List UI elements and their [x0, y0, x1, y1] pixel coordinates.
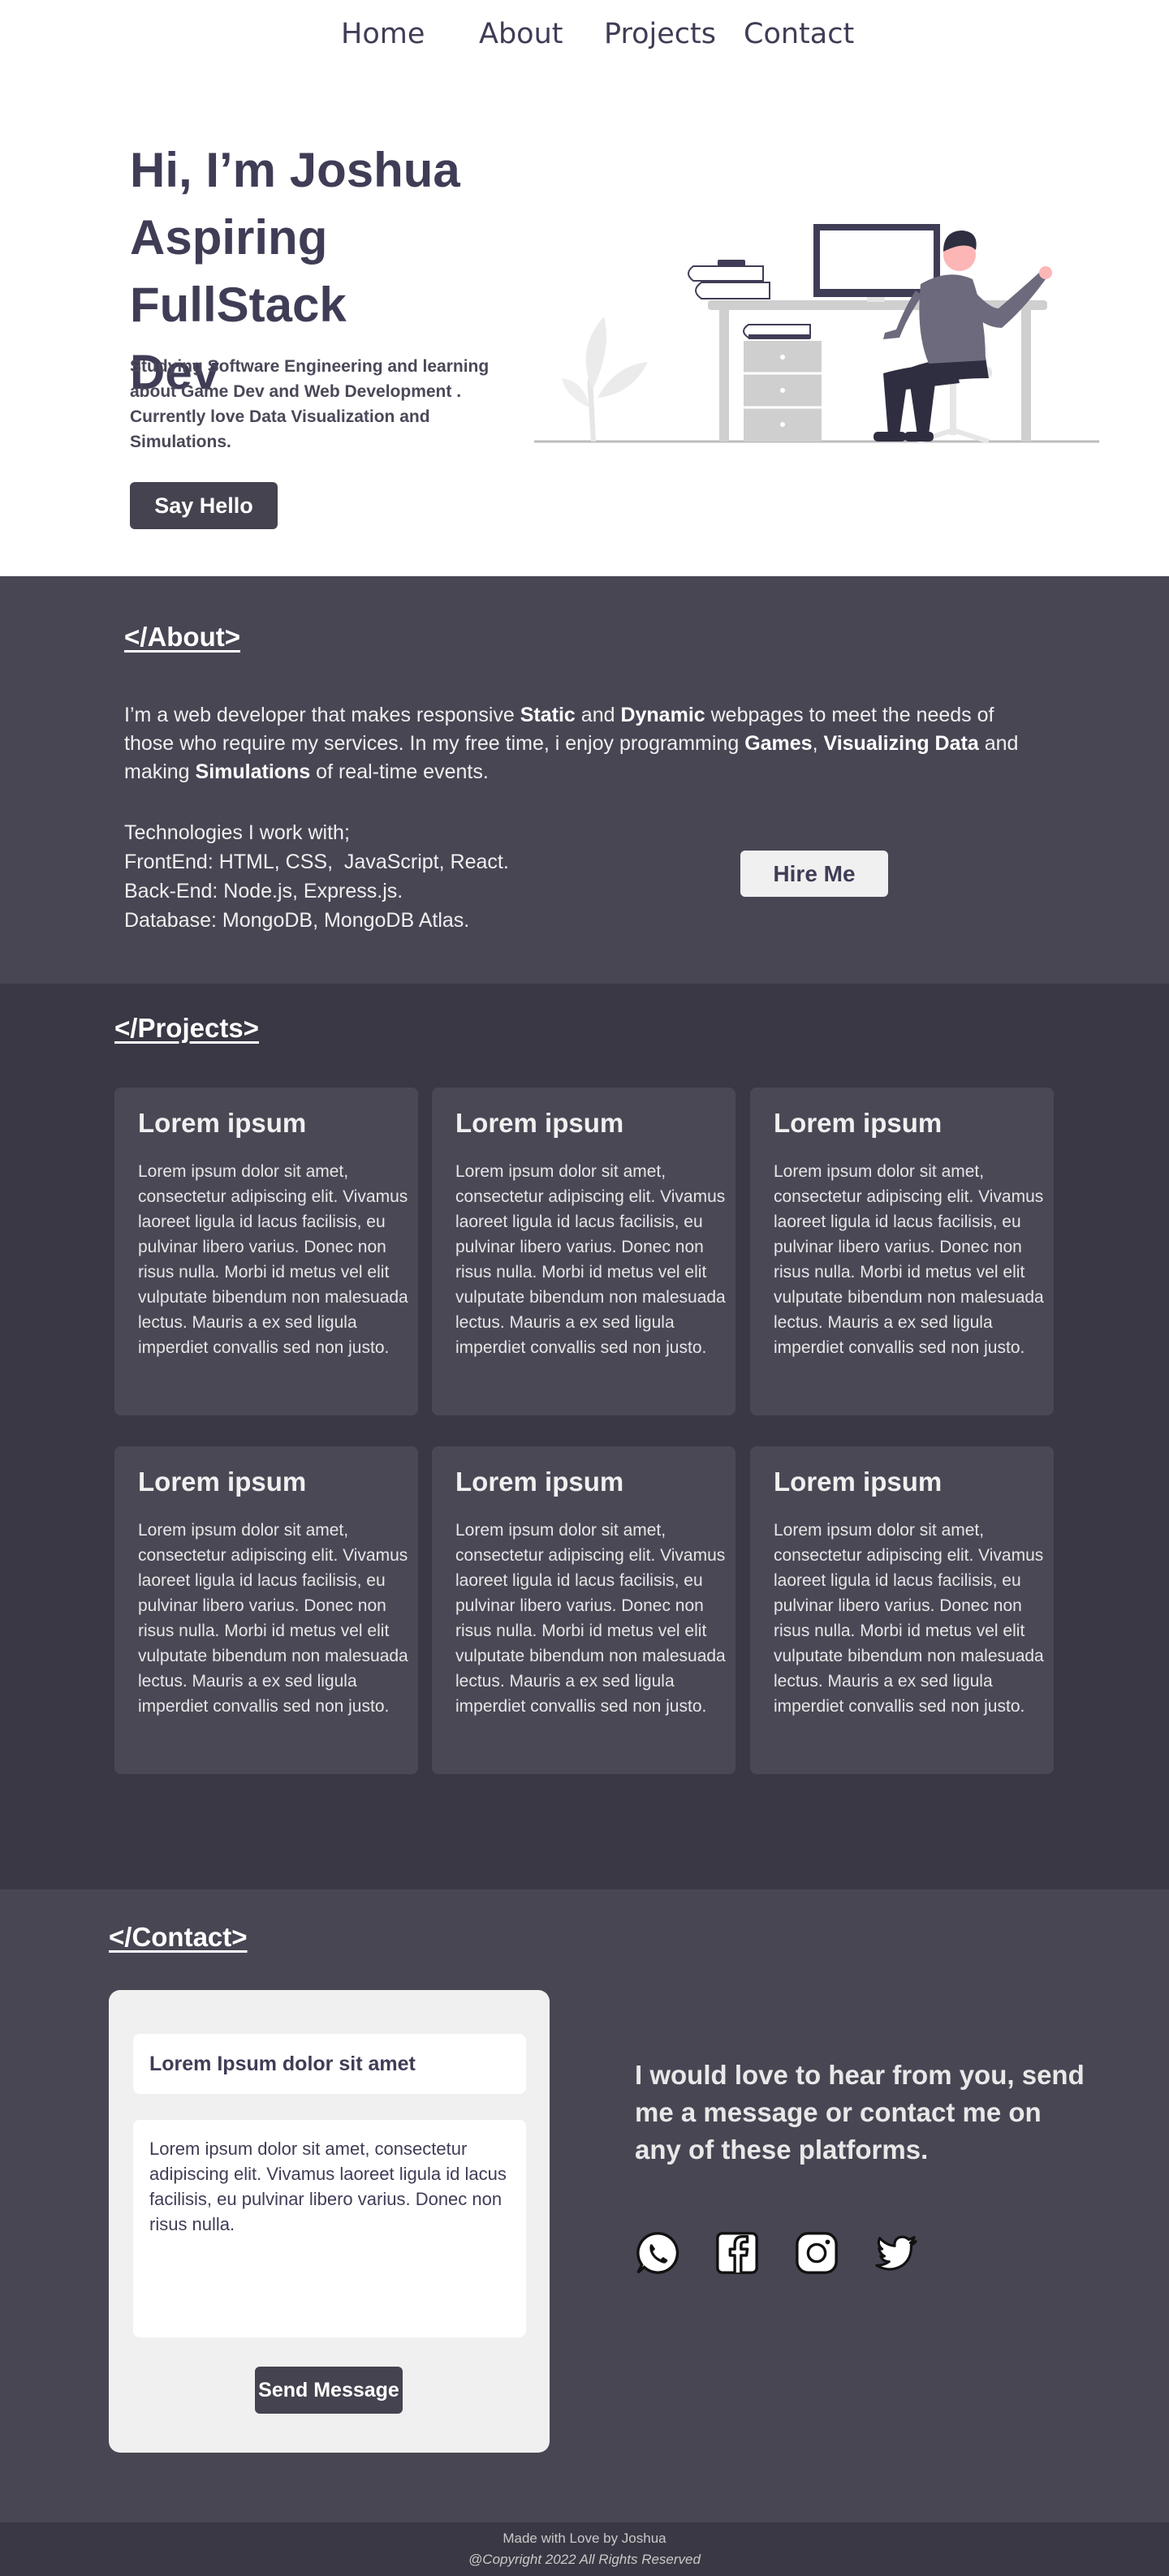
facebook-icon[interactable]: [714, 2230, 760, 2276]
projects-section: </Projects> Lorem ipsum Lorem ipsum dolo…: [0, 984, 1169, 1889]
about-highlight: Games: [744, 732, 813, 755]
about-paragraph: I’m a web developer that makes responsiv…: [124, 701, 1037, 786]
hero-title-line: Hi, I’m Joshua: [130, 143, 460, 197]
instagram-icon[interactable]: [794, 2230, 839, 2276]
tech-line: Technologies I work with;: [124, 821, 350, 844]
project-card-title: Lorem ipsum: [138, 1108, 307, 1138]
developer-at-desk-illustration: [534, 224, 1099, 444]
footer-credit: Made with Love by Joshua: [503, 2531, 666, 2546]
nav-projects-link[interactable]: Projects: [604, 18, 716, 50]
technologies-list: Technologies I work with; FrontEnd: HTML…: [124, 818, 611, 935]
project-card-body: Lorem ipsum dolor sit amet, consectetur …: [455, 1162, 726, 1357]
tech-line: FrontEnd: HTML, CSS, JavaScript, React.: [124, 851, 509, 873]
about-title: </About>: [124, 622, 241, 652]
message-textarea[interactable]: Lorem ipsum dolor sit amet, consectetur …: [133, 2120, 526, 2337]
contact-title: </Contact>: [109, 1922, 248, 1952]
about-text: and: [575, 704, 621, 726]
project-card-body: Lorem ipsum dolor sit amet, consectetur …: [774, 1521, 1044, 1716]
project-card-body: Lorem ipsum dolor sit amet, consectetur …: [774, 1162, 1044, 1357]
project-card[interactable]: Lorem ipsum Lorem ipsum dolor sit amet, …: [114, 1088, 418, 1415]
about-highlight: Static: [520, 704, 576, 726]
project-card[interactable]: Lorem ipsum Lorem ipsum dolor sit amet, …: [750, 1088, 1054, 1415]
project-card-title: Lorem ipsum: [774, 1467, 943, 1497]
top-nav: Home About Projects Contact: [0, 0, 1169, 73]
project-card-title: Lorem ipsum: [138, 1467, 307, 1497]
about-text: I’m a web developer that makes responsiv…: [124, 704, 520, 726]
about-highlight: Dynamic: [620, 704, 705, 726]
project-card-body: Lorem ipsum dolor sit amet, consectetur …: [138, 1521, 408, 1716]
project-card-body: Lorem ipsum dolor sit amet, consectetur …: [138, 1162, 408, 1357]
project-card[interactable]: Lorem ipsum Lorem ipsum dolor sit amet, …: [750, 1446, 1054, 1774]
nav-home-link[interactable]: Home: [341, 18, 425, 50]
say-hello-button[interactable]: Say Hello: [130, 482, 278, 529]
tech-line: Back-End: Node.js, Express.js.: [124, 880, 403, 902]
about-section: </About> I’m a web developer that makes …: [0, 576, 1169, 984]
project-card[interactable]: Lorem ipsum Lorem ipsum dolor sit amet, …: [432, 1088, 735, 1415]
about-highlight: Visualizing Data: [823, 732, 979, 755]
contact-section: </Contact> Lorem ipsum dolor sit amet, c…: [0, 1889, 1169, 2522]
about-text: ,: [812, 732, 824, 755]
footer-copyright: @Copyright 2022 All Rights Reserved: [468, 2552, 701, 2567]
subject-input[interactable]: [133, 2034, 526, 2094]
hire-me-button[interactable]: Hire Me: [740, 851, 888, 897]
site-footer: Made with Love by Joshua @Copyright 2022…: [0, 2522, 1169, 2576]
social-links: [635, 2230, 919, 2276]
project-card-title: Lorem ipsum: [455, 1467, 624, 1497]
hero-title-line: Aspiring FullStack: [130, 210, 347, 332]
send-message-button[interactable]: Send Message: [255, 2367, 403, 2414]
contact-message: I would love to hear from you, send me a…: [635, 2060, 1085, 2165]
hero-section: Hi, I’m Joshua Aspiring FullStack Dev St…: [0, 73, 1169, 576]
twitter-icon[interactable]: [874, 2230, 919, 2276]
nav-contact-link[interactable]: Contact: [744, 18, 854, 50]
project-card-body: Lorem ipsum dolor sit amet, consectetur …: [455, 1521, 726, 1716]
project-card[interactable]: Lorem ipsum Lorem ipsum dolor sit amet, …: [432, 1446, 735, 1774]
about-highlight: Simulations: [195, 760, 311, 783]
tech-line: Database: MongoDB, MongoDB Atlas.: [124, 909, 470, 932]
about-text: of real-time events.: [310, 760, 489, 783]
project-card-title: Lorem ipsum: [774, 1108, 943, 1138]
hero-subtitle: Studying Software Engineering and learni…: [130, 357, 490, 451]
project-card-title: Lorem ipsum: [455, 1108, 624, 1138]
nav-about-link[interactable]: About: [479, 18, 563, 50]
whatsapp-icon[interactable]: [635, 2230, 680, 2276]
contact-form: Lorem ipsum dolor sit amet, consectetur …: [109, 1990, 550, 2453]
projects-title: </Projects>: [114, 1013, 259, 1043]
project-card[interactable]: Lorem ipsum Lorem ipsum dolor sit amet, …: [114, 1446, 418, 1774]
